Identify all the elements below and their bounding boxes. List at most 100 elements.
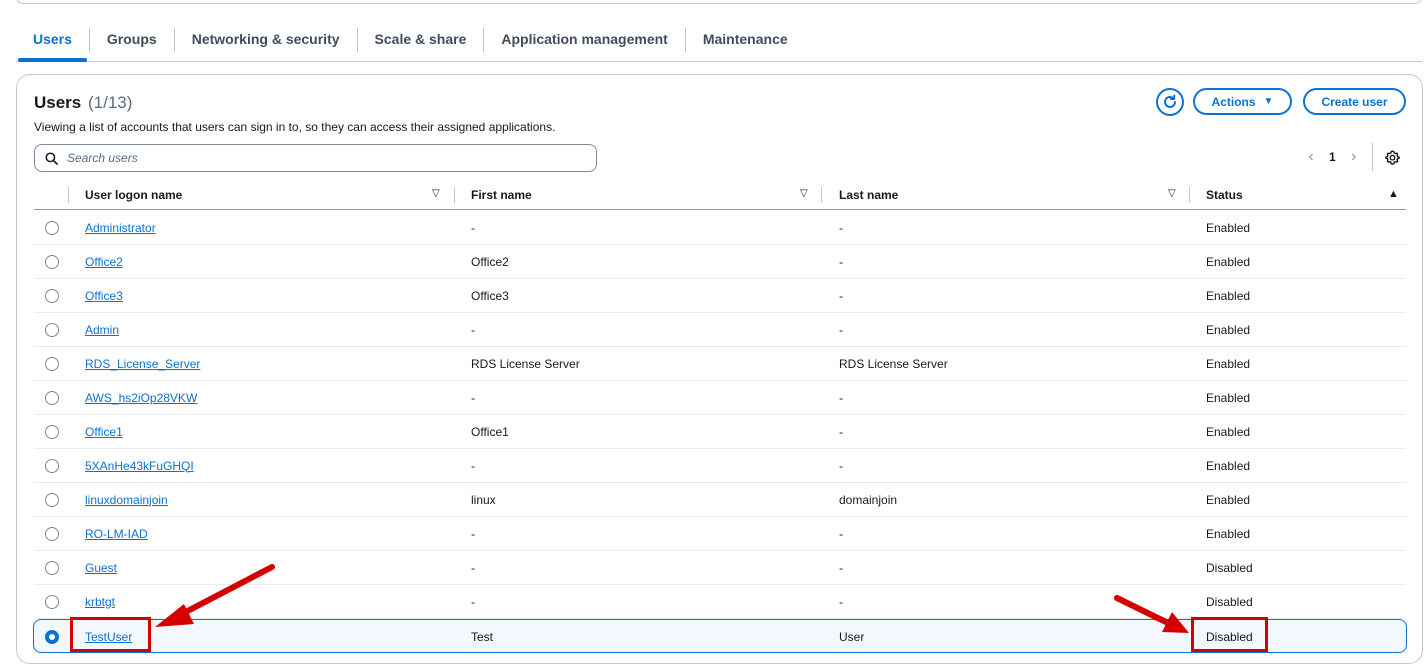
row-select-radio[interactable]	[45, 357, 59, 371]
cell-last-name: RDS License Server	[839, 356, 948, 371]
cell-last-name: User	[839, 629, 865, 644]
tab-maintenance[interactable]: Maintenance	[686, 22, 805, 60]
table-row[interactable]: 5XAnHe43kFuGHQI - - Enabled	[34, 449, 1406, 483]
column-header-logon[interactable]: User logon name	[85, 180, 182, 210]
row-select-radio[interactable]	[45, 323, 59, 337]
next-page-button[interactable]: ›	[1346, 148, 1362, 166]
user-link[interactable]: Admin	[85, 323, 119, 337]
panel-title: Users (1/13)	[34, 93, 132, 113]
column-divider	[68, 187, 69, 203]
row-select-radio[interactable]	[45, 561, 59, 575]
user-link[interactable]: AWS_hs2iOp28VKW	[85, 391, 197, 405]
search-field[interactable]	[34, 144, 597, 172]
refresh-button[interactable]	[1156, 88, 1184, 116]
row-select-radio[interactable]	[45, 391, 59, 405]
tab-groups[interactable]: Groups	[90, 22, 174, 60]
table-row[interactable]: Administrator - - Enabled	[34, 211, 1406, 245]
table-header: User logon name ▽ First name ▽ Last name…	[34, 180, 1406, 210]
cell-first-name: Office3	[471, 288, 509, 303]
row-select-radio[interactable]	[45, 459, 59, 473]
column-header-last-name[interactable]: Last name	[839, 180, 898, 210]
user-link[interactable]: Office1	[85, 425, 123, 439]
column-header-first-name[interactable]: First name	[471, 180, 532, 210]
cell-logon-name: linuxdomainjoin	[85, 483, 168, 516]
cell-status: Enabled	[1206, 390, 1251, 405]
cell-last-name: -	[839, 254, 843, 269]
cell-first-name: -	[471, 526, 475, 541]
table-row[interactable]: Guest - - Disabled	[34, 551, 1406, 585]
tab-users[interactable]: Users	[16, 22, 89, 62]
user-link[interactable]: Office2	[85, 255, 123, 269]
search-icon	[45, 151, 58, 165]
cell-first-name: Office1	[471, 424, 509, 439]
previous-page-button[interactable]: ‹	[1303, 148, 1319, 166]
user-link[interactable]: Office3	[85, 289, 123, 303]
cell-first-name: linux	[471, 492, 496, 507]
sort-down-icon[interactable]: ▽	[800, 188, 808, 199]
cell-logon-name: 5XAnHe43kFuGHQI	[85, 449, 194, 482]
cell-logon-name: krbtgt	[85, 585, 115, 618]
gear-icon	[1384, 149, 1400, 165]
tab-networking-security[interactable]: Networking & security	[175, 22, 357, 60]
table-row[interactable]: AWS_hs2iOp28VKW - - Enabled	[34, 381, 1406, 415]
pagination-divider	[1371, 143, 1373, 171]
cell-first-name: -	[471, 560, 475, 575]
create-user-label: Create user	[1321, 94, 1388, 109]
sort-ascending-icon[interactable]: ▲	[1388, 188, 1399, 200]
row-select-radio[interactable]	[45, 527, 59, 541]
cell-status: Enabled	[1206, 356, 1251, 371]
user-link[interactable]: Administrator	[85, 221, 156, 235]
user-link[interactable]: RDS_License_Server	[85, 357, 200, 371]
user-link[interactable]: Guest	[85, 561, 117, 575]
user-link[interactable]: 5XAnHe43kFuGHQI	[85, 459, 194, 473]
create-user-button[interactable]: Create user	[1303, 88, 1406, 115]
panel-title-text: Users	[34, 93, 82, 112]
panel-description: Viewing a list of accounts that users ca…	[34, 120, 556, 134]
table-row[interactable]: linuxdomainjoin linux domainjoin Enabled	[34, 483, 1406, 517]
tab-scale-share[interactable]: Scale & share	[358, 22, 484, 60]
row-select-radio[interactable]	[45, 255, 59, 269]
cell-last-name: -	[839, 390, 843, 405]
user-link[interactable]: krbtgt	[85, 595, 115, 609]
cell-status: Enabled	[1206, 288, 1251, 303]
table-row[interactable]: Admin - - Enabled	[34, 313, 1406, 347]
cell-last-name: domainjoin	[839, 492, 898, 507]
cell-first-name: Office2	[471, 254, 509, 269]
table-row[interactable]: RDS_License_Server RDS License Server RDS …	[34, 347, 1406, 381]
cell-logon-name: Office1	[85, 415, 123, 448]
row-select-radio[interactable]	[45, 493, 59, 507]
annotation-highlight-box-testuser	[70, 617, 151, 652]
column-header-status[interactable]: Status	[1206, 180, 1243, 210]
actions-dropdown-button[interactable]: Actions ▼	[1193, 88, 1292, 115]
cell-status: Enabled	[1206, 254, 1251, 269]
row-select-radio[interactable]	[45, 425, 59, 439]
cell-status: Enabled	[1206, 492, 1251, 507]
annotation-highlight-box-status	[1191, 617, 1268, 652]
user-link[interactable]: linuxdomainjoin	[85, 493, 168, 507]
cell-logon-name: Guest	[85, 551, 117, 584]
cell-last-name: -	[839, 220, 843, 235]
table-row[interactable]: RO-LM-IAD - - Enabled	[34, 517, 1406, 551]
row-select-radio[interactable]	[45, 289, 59, 303]
tab-application-management[interactable]: Application management	[484, 22, 684, 60]
sort-down-icon[interactable]: ▽	[432, 188, 440, 199]
user-link[interactable]: RO-LM-IAD	[85, 527, 148, 541]
sort-down-icon[interactable]: ▽	[1168, 188, 1176, 199]
cell-last-name: -	[839, 288, 843, 303]
row-select-radio[interactable]	[45, 221, 59, 235]
row-select-radio[interactable]	[45, 595, 59, 609]
cell-status: Enabled	[1206, 458, 1251, 473]
table-row[interactable]: Office1 Office1 - Enabled	[34, 415, 1406, 449]
search-input[interactable]	[67, 151, 567, 165]
row-select-radio[interactable]	[45, 630, 59, 644]
preferences-button[interactable]	[1384, 149, 1400, 165]
cell-first-name: -	[471, 322, 475, 337]
cell-status: Disabled	[1206, 560, 1253, 575]
cell-logon-name: Administrator	[85, 211, 156, 244]
current-page-number[interactable]: 1	[1329, 150, 1336, 164]
cell-status: Disabled	[1206, 594, 1253, 609]
cell-status: Enabled	[1206, 424, 1251, 439]
table-row[interactable]: Office2 Office2 - Enabled	[34, 245, 1406, 279]
table-row[interactable]: Office3 Office3 - Enabled	[34, 279, 1406, 313]
table-row[interactable]: krbtgt - - Disabled	[34, 585, 1406, 619]
